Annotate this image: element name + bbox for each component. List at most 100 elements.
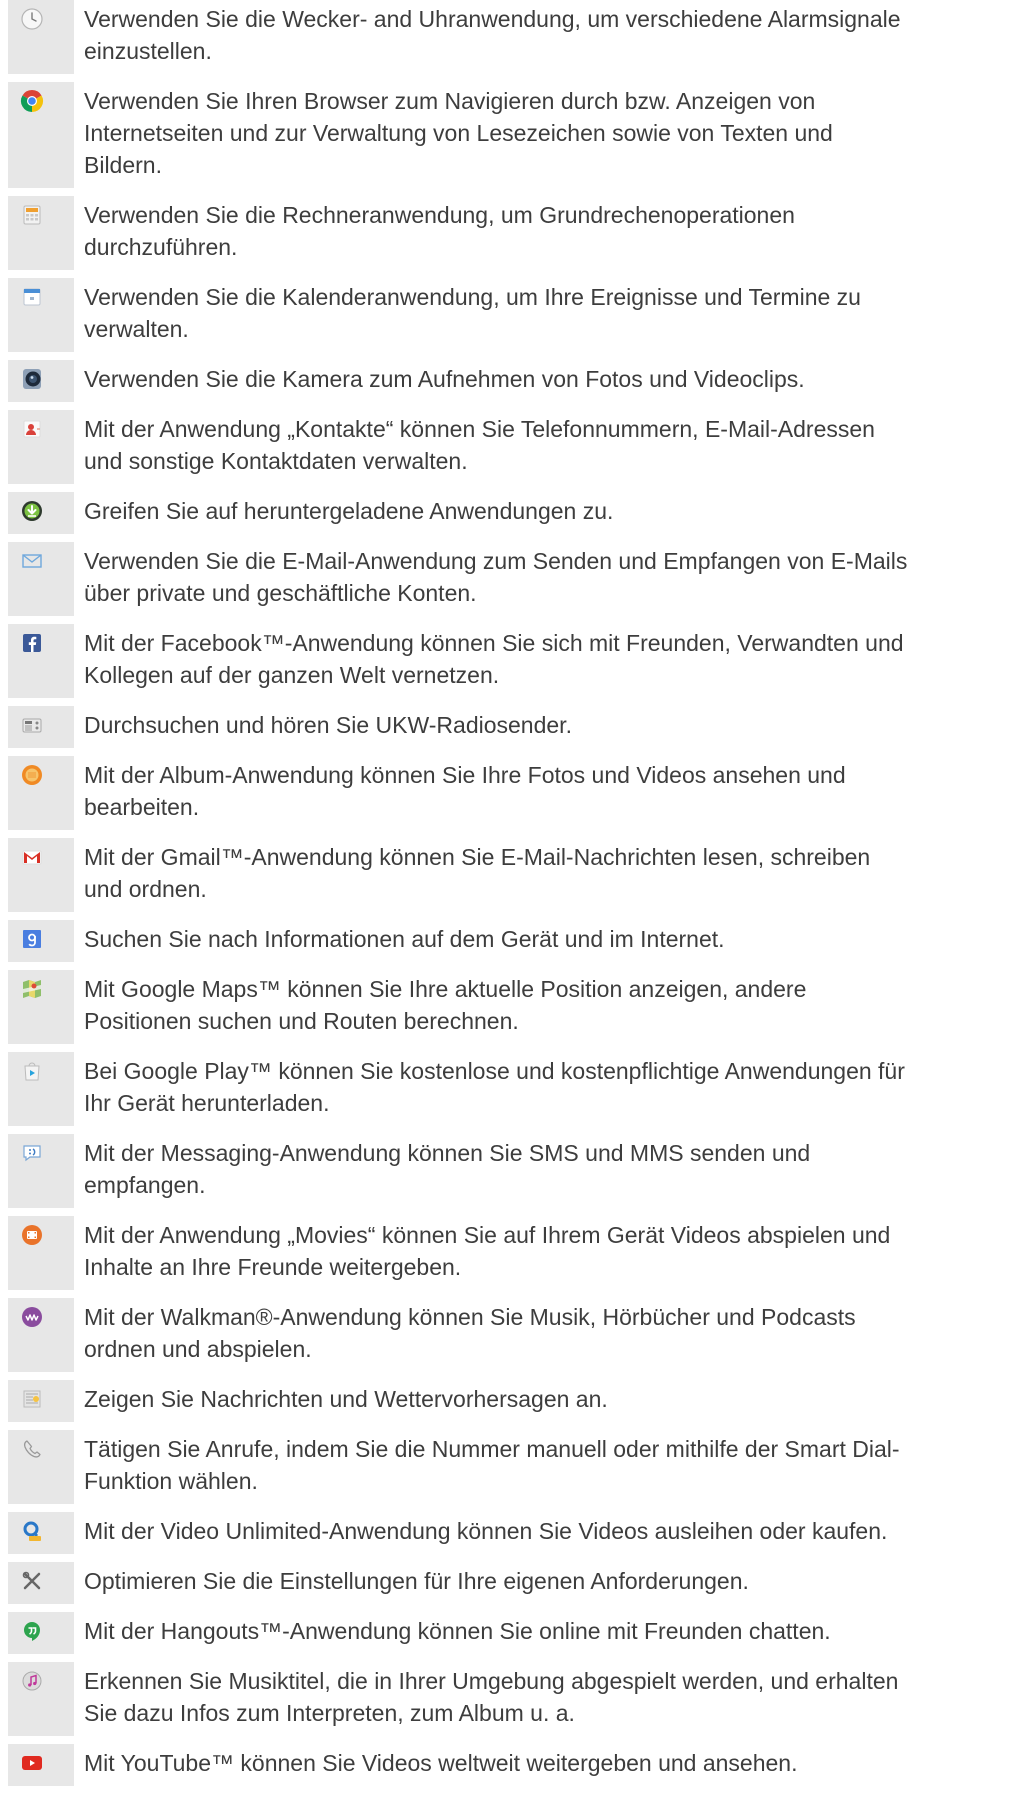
list-item: Durchsuchen und hören Sie UKW-Radiosende… <box>0 706 1025 748</box>
item-description: Mit der Hangouts™-Anwendung können Sie o… <box>84 1618 831 1644</box>
item-description: Greifen Sie auf heruntergeladene Anwendu… <box>84 498 614 524</box>
icon-cell <box>8 82 74 188</box>
icon-cell <box>8 1662 74 1736</box>
browser-icon <box>20 89 44 113</box>
item-description: Verwenden Sie Ihren Browser zum Navigier… <box>84 88 833 178</box>
item-description: Verwenden Sie die Rechneranwendung, um G… <box>84 202 795 260</box>
hangouts-icon <box>20 1619 44 1643</box>
icon-cell <box>8 1612 74 1654</box>
list-item: Mit der Hangouts™-Anwendung können Sie o… <box>0 1612 1025 1654</box>
item-description: Mit der Video Unlimited-Anwendung können… <box>84 1518 888 1544</box>
icon-cell <box>8 1052 74 1126</box>
icon-cell <box>8 542 74 616</box>
icon-cell <box>8 0 74 74</box>
item-description: Mit Google Maps™ können Sie Ihre aktuell… <box>84 976 807 1034</box>
icon-cell <box>8 196 74 270</box>
list-item: Mit der Anwendung „Movies“ können Sie au… <box>0 1216 1025 1290</box>
item-description: Optimieren Sie die Einstellungen für Ihr… <box>84 1568 749 1594</box>
icon-cell <box>8 624 74 698</box>
download-icon <box>20 499 44 523</box>
icon-cell <box>8 756 74 830</box>
item-description: Mit der Facebook™-Anwendung können Sie s… <box>84 630 904 688</box>
item-description: Mit der Anwendung „Kontakte“ können Sie … <box>84 416 875 474</box>
item-description: Mit der Album-Anwendung können Sie Ihre … <box>84 762 846 820</box>
phone-icon <box>20 1437 44 1461</box>
email-icon <box>20 549 44 573</box>
messaging-icon <box>20 1141 44 1165</box>
list-item: Mit der Messaging-Anwendung können Sie S… <box>0 1134 1025 1208</box>
album-icon <box>20 763 44 787</box>
item-description: Mit der Anwendung „Movies“ können Sie au… <box>84 1222 891 1280</box>
item-description: Verwenden Sie die Wecker- and Uhranwendu… <box>84 6 901 64</box>
list-item: Bei Google Play™ können Sie kostenlose u… <box>0 1052 1025 1126</box>
youtube-icon <box>20 1751 44 1775</box>
list-item: Verwenden Sie Ihren Browser zum Navigier… <box>0 82 1025 188</box>
icon-cell <box>8 1134 74 1208</box>
icon-cell <box>8 706 74 748</box>
gmail-icon <box>20 845 44 869</box>
icon-cell <box>8 410 74 484</box>
list-item: Verwenden Sie die E-Mail-Anwendung zum S… <box>0 542 1025 616</box>
icon-cell <box>8 492 74 534</box>
trackid-icon <box>20 1669 44 1693</box>
item-description: Verwenden Sie die Kamera zum Aufnehmen v… <box>84 366 805 392</box>
icon-cell <box>8 1562 74 1604</box>
list-item: Mit der Facebook™-Anwendung können Sie s… <box>0 624 1025 698</box>
list-item: Mit der Walkman®-Anwendung können Sie Mu… <box>0 1298 1025 1372</box>
icon-cell <box>8 970 74 1044</box>
icon-cell <box>8 1430 74 1504</box>
icon-cell <box>8 278 74 352</box>
google-search-icon <box>20 927 44 951</box>
item-description: Mit der Walkman®-Anwendung können Sie Mu… <box>84 1304 856 1362</box>
item-description: Mit der Messaging-Anwendung können Sie S… <box>84 1140 811 1198</box>
icon-cell <box>8 920 74 962</box>
list-item: Verwenden Sie die Wecker- and Uhranwendu… <box>0 0 1025 74</box>
video-unlimited-icon <box>20 1519 44 1543</box>
play-store-icon <box>20 1059 44 1083</box>
icon-cell <box>8 360 74 402</box>
maps-icon <box>20 977 44 1001</box>
item-description: Tätigen Sie Anrufe, indem Sie die Nummer… <box>84 1436 900 1494</box>
icon-cell <box>8 1380 74 1422</box>
list-item: Tätigen Sie Anrufe, indem Sie die Nummer… <box>0 1430 1025 1504</box>
list-item: Erkennen Sie Musiktitel, die in Ihrer Um… <box>0 1662 1025 1736</box>
list-item: Verwenden Sie die Rechneranwendung, um G… <box>0 196 1025 270</box>
item-description: Verwenden Sie die E-Mail-Anwendung zum S… <box>84 548 908 606</box>
contacts-icon <box>20 417 44 441</box>
icon-cell <box>8 1744 74 1786</box>
item-description: Erkennen Sie Musiktitel, die in Ihrer Um… <box>84 1668 899 1726</box>
calendar-icon <box>20 285 44 309</box>
list-item: Verwenden Sie die Kalenderanwendung, um … <box>0 278 1025 352</box>
list-item: Mit der Gmail™-Anwendung können Sie E-Ma… <box>0 838 1025 912</box>
list-item: Suchen Sie nach Informationen auf dem Ge… <box>0 920 1025 962</box>
list-item: Mit der Album-Anwendung können Sie Ihre … <box>0 756 1025 830</box>
fm-radio-icon <box>20 713 44 737</box>
walkman-icon <box>20 1305 44 1329</box>
movies-icon <box>20 1223 44 1247</box>
icon-cell <box>8 1216 74 1290</box>
item-description: Mit YouTube™ können Sie Videos weltweit … <box>84 1750 798 1776</box>
app-description-list: Verwenden Sie die Wecker- and Uhranwendu… <box>0 0 1025 1786</box>
icon-cell <box>8 838 74 912</box>
list-item: Mit der Anwendung „Kontakte“ können Sie … <box>0 410 1025 484</box>
item-description: Verwenden Sie die Kalenderanwendung, um … <box>84 284 861 342</box>
list-item: Mit YouTube™ können Sie Videos weltweit … <box>0 1744 1025 1786</box>
calculator-icon <box>20 203 44 227</box>
list-item: Greifen Sie auf heruntergeladene Anwendu… <box>0 492 1025 534</box>
list-item: Verwenden Sie die Kamera zum Aufnehmen v… <box>0 360 1025 402</box>
item-description: Suchen Sie nach Informationen auf dem Ge… <box>84 926 725 952</box>
icon-cell <box>8 1298 74 1372</box>
list-item: Mit der Video Unlimited-Anwendung können… <box>0 1512 1025 1554</box>
item-description: Bei Google Play™ können Sie kostenlose u… <box>84 1058 905 1116</box>
clock-icon <box>20 7 44 31</box>
item-description: Durchsuchen und hören Sie UKW-Radiosende… <box>84 712 572 738</box>
settings-icon <box>20 1569 44 1593</box>
facebook-icon <box>20 631 44 655</box>
item-description: Zeigen Sie Nachrichten und Wettervorhers… <box>84 1386 608 1412</box>
item-description: Mit der Gmail™-Anwendung können Sie E-Ma… <box>84 844 871 902</box>
list-item: Optimieren Sie die Einstellungen für Ihr… <box>0 1562 1025 1604</box>
camera-icon <box>20 367 44 391</box>
list-item: Mit Google Maps™ können Sie Ihre aktuell… <box>0 970 1025 1044</box>
news-weather-icon <box>20 1387 44 1411</box>
list-item: Zeigen Sie Nachrichten und Wettervorhers… <box>0 1380 1025 1422</box>
